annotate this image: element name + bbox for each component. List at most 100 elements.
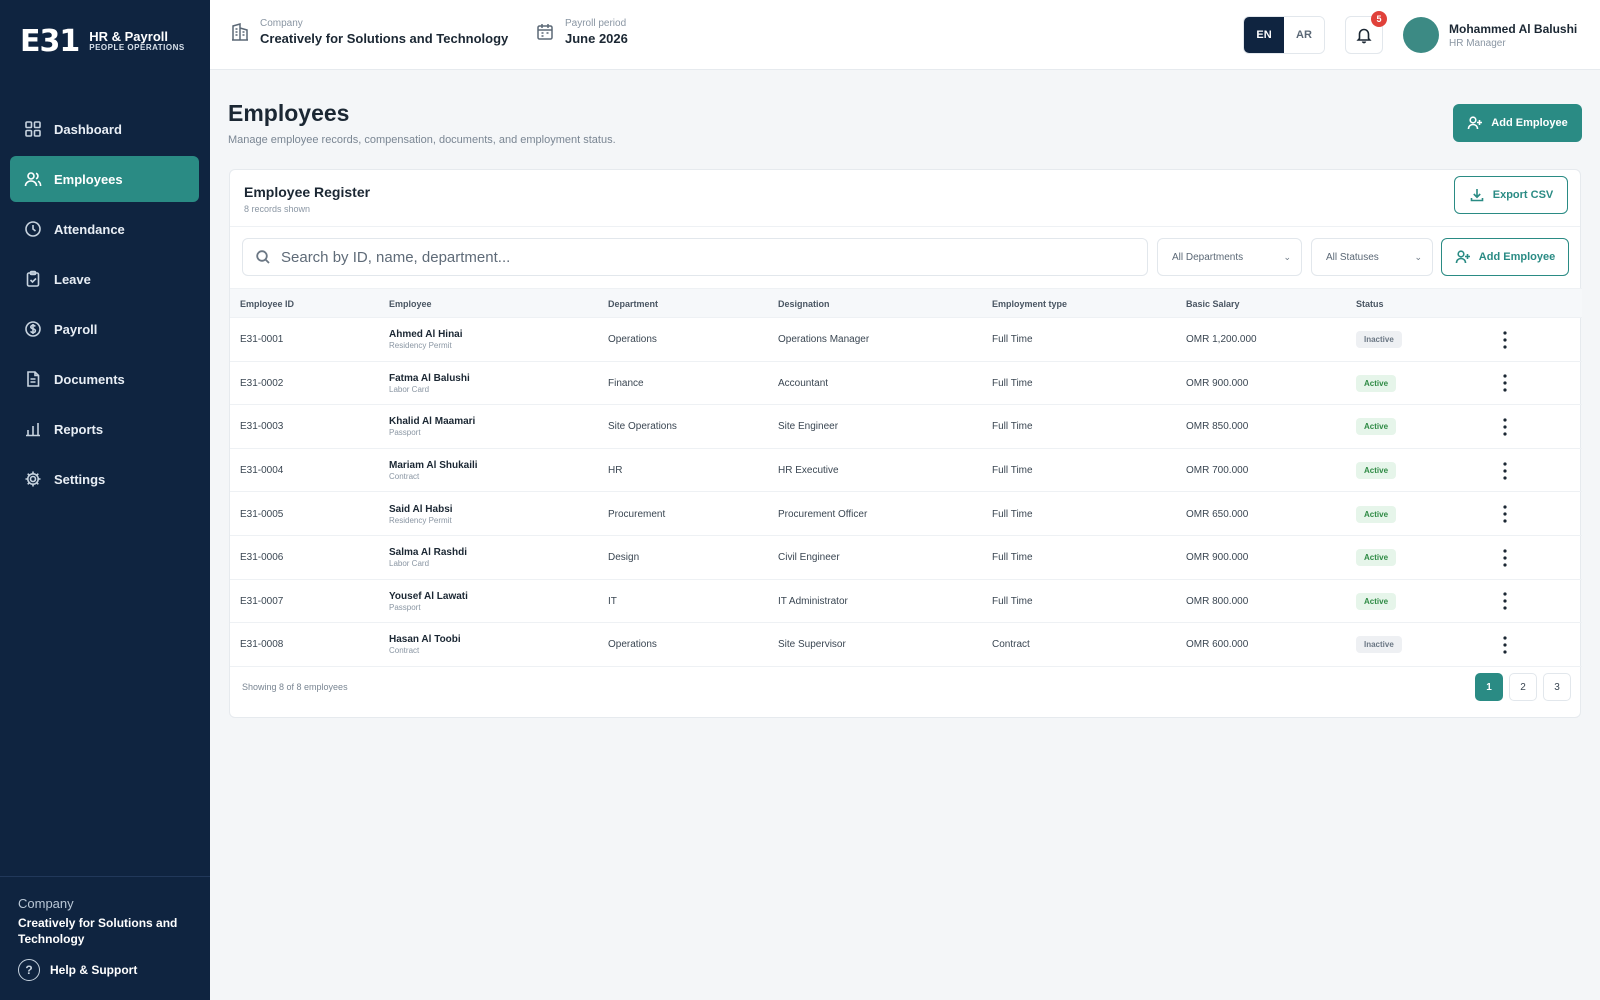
row-actions-menu-icon[interactable] (1493, 623, 1517, 667)
calendar-icon (537, 24, 553, 40)
employee-name[interactable]: Khalid Al Maamari (389, 416, 475, 427)
employee-document: Residency Permit (389, 515, 452, 525)
status-filter[interactable]: All Statuses ⌄ (1311, 238, 1433, 276)
notifications-button[interactable]: 5 (1345, 11, 1387, 54)
brand[interactable]: E31 HR & Payroll PEOPLE OPERATIONS (20, 24, 185, 59)
employee-name[interactable]: Salma Al Rashdi (389, 547, 467, 558)
sidebar-item-leave[interactable]: Leave (10, 256, 199, 302)
table-row[interactable]: E31-0003 Khalid Al Maamari Passport Site… (230, 405, 1582, 449)
column-header-employee-id[interactable]: Employee ID (240, 289, 294, 319)
building-icon (232, 23, 248, 41)
user-menu[interactable]: Mohammed Al Balushi HR Manager (1403, 17, 1577, 53)
sidebar: E31 HR & Payroll PEOPLE OPERATIONS Dashb… (0, 0, 210, 1000)
table-row[interactable]: E31-0007 Yousef Al Lawati Passport IT IT… (230, 580, 1582, 624)
user-plus-icon (1467, 116, 1483, 130)
table-row[interactable]: E31-0005 Said Al Habsi Residency Permit … (230, 492, 1582, 536)
add-employee-label: Add Employee (1491, 117, 1568, 129)
department: Operations (608, 334, 657, 346)
employee-cell: Hasan Al Toobi Contract (389, 623, 461, 667)
sidebar-item-employees[interactable]: Employees (10, 156, 199, 202)
add-employee-secondary-label: Add Employee (1478, 251, 1556, 263)
row-actions-menu-icon[interactable] (1493, 318, 1517, 362)
row-actions-menu-icon[interactable] (1493, 362, 1517, 406)
employment-type: Contract (992, 639, 1030, 651)
row-actions-menu-icon[interactable] (1493, 580, 1517, 624)
status-badge: Active (1356, 418, 1397, 436)
employment-type: Full Time (992, 508, 1033, 520)
column-header-department[interactable]: Department (608, 289, 658, 319)
add-employee-button[interactable]: Add Employee (1453, 104, 1582, 142)
sidebar-item-documents[interactable]: Documents (10, 356, 199, 402)
help-support-link[interactable]: ? Help & Support (18, 959, 137, 981)
basic-salary: OMR 800.000 (1186, 595, 1249, 607)
employee-cell: Ahmed Al Hinai Residency Permit (389, 318, 463, 362)
column-header-basic-salary[interactable]: Basic Salary (1186, 289, 1240, 319)
employee-name[interactable]: Yousef Al Lawati (389, 591, 468, 602)
sidebar-item-reports[interactable]: Reports (10, 406, 199, 452)
user-role: HR Manager (1449, 37, 1506, 49)
add-employee-secondary-button[interactable]: Add Employee (1441, 238, 1569, 276)
sidebar-item-payroll[interactable]: Payroll (10, 306, 199, 352)
employee-document: Labor Card (389, 559, 430, 569)
payroll-period-selector[interactable]: Payroll period June 2026 (535, 18, 628, 46)
register-title: Employee Register (244, 184, 371, 200)
column-header-employee[interactable]: Employee (389, 289, 432, 319)
employee-cell: Khalid Al Maamari Passport (389, 405, 475, 449)
payroll-period-value: June 2026 (565, 31, 628, 46)
users-icon (24, 170, 42, 188)
table-row[interactable]: E31-0002 Fatma Al Balushi Labor Card Fin… (230, 362, 1582, 406)
employee-name[interactable]: Ahmed Al Hinai (389, 329, 463, 340)
employee-cell: Yousef Al Lawati Passport (389, 580, 468, 624)
employee-cell: Salma Al Rashdi Labor Card (389, 536, 467, 580)
company-selector[interactable]: Company Creatively for Solutions and Tec… (230, 18, 508, 46)
employee-id: E31-0002 (240, 377, 284, 389)
pagination-page-2[interactable]: 2 (1509, 673, 1537, 701)
employment-type: Full Time (992, 377, 1033, 389)
employee-name[interactable]: Mariam Al Shukaili (389, 460, 478, 471)
department: Procurement (608, 508, 666, 520)
sidebar-item-label: Settings (54, 471, 106, 487)
status-badge: Active (1356, 462, 1397, 480)
register-count: 8 records shown (244, 204, 311, 214)
export-csv-label: Export CSV (1492, 189, 1554, 201)
pagination-page-1[interactable]: 1 (1475, 673, 1503, 701)
employee-document: Contract (389, 472, 420, 482)
sidebar-divider (0, 876, 210, 877)
employee-id: E31-0004 (240, 465, 284, 477)
table-row[interactable]: E31-0006 Salma Al Rashdi Labor Card Desi… (230, 536, 1582, 580)
table-header: Employee ID Employee Department Designat… (230, 288, 1582, 318)
employee-name[interactable]: Said Al Habsi (389, 504, 453, 515)
table-row[interactable]: E31-0008 Hasan Al Toobi Contract Operati… (230, 623, 1582, 667)
employee-id: E31-0005 (240, 508, 284, 520)
language-toggle: EN AR (1243, 16, 1325, 54)
employee-id: E31-0001 (240, 334, 284, 346)
column-header-status[interactable]: Status (1356, 289, 1384, 319)
table-row[interactable]: E31-0001 Ahmed Al Hinai Residency Permit… (230, 318, 1582, 362)
row-actions-menu-icon[interactable] (1493, 536, 1517, 580)
search-field[interactable] (242, 238, 1148, 276)
row-actions-menu-icon[interactable] (1493, 449, 1517, 493)
employee-name[interactable]: Fatma Al Balushi (389, 373, 470, 384)
pagination-page-3[interactable]: 3 (1543, 673, 1571, 701)
lang-ar-button[interactable]: AR (1284, 17, 1324, 53)
search-input[interactable] (281, 248, 1131, 266)
employment-type: Full Time (992, 552, 1033, 564)
column-header-designation[interactable]: Designation (778, 289, 830, 319)
sidebar-item-dashboard[interactable]: Dashboard (10, 106, 199, 152)
brand-title: HR & Payroll (89, 28, 168, 44)
department-filter[interactable]: All Departments ⌄ (1157, 238, 1302, 276)
lang-en-button[interactable]: EN (1244, 17, 1284, 53)
employee-name[interactable]: Hasan Al Toobi (389, 634, 461, 645)
gear-icon (24, 470, 42, 488)
status-badge: Inactive (1356, 331, 1402, 349)
row-actions-menu-icon[interactable] (1493, 492, 1517, 536)
designation: IT Administrator (778, 595, 848, 607)
chevron-down-icon: ⌄ (1283, 251, 1291, 262)
column-header-employment-type[interactable]: Employment type (992, 289, 1067, 319)
sidebar-item-settings[interactable]: Settings (10, 456, 199, 502)
export-csv-button[interactable]: Export CSV (1454, 176, 1568, 214)
sidebar-item-attendance[interactable]: Attendance (10, 206, 199, 252)
sidebar-item-label: Leave (54, 271, 91, 287)
table-row[interactable]: E31-0004 Mariam Al Shukaili Contract HR … (230, 449, 1582, 493)
row-actions-menu-icon[interactable] (1493, 405, 1517, 449)
